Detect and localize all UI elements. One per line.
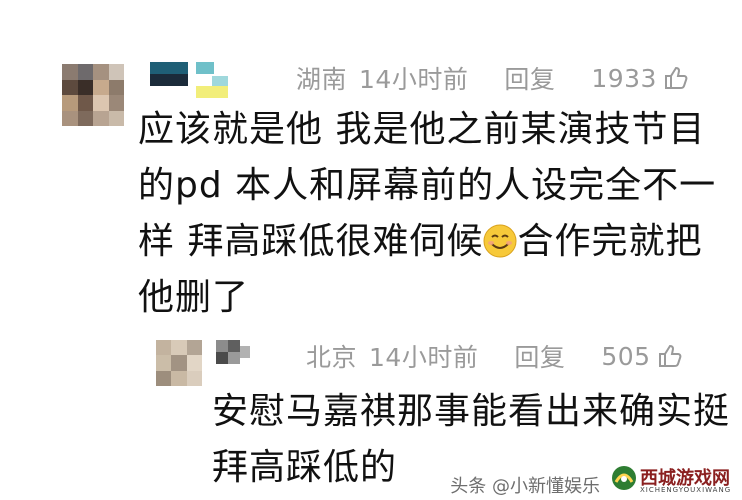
reply-button[interactable]: 回复 — [504, 60, 555, 96]
watermark: 头条 @小新懂娱乐 西城游戏网 XICHENGYOUXIWANG — [450, 460, 738, 498]
comment-text-line: 安慰马嘉祺那事能看出来确实挺 — [212, 391, 731, 432]
comment-2-meta: 北京 14小时前 回复 505 — [306, 338, 683, 374]
location-label: 湖南 — [296, 65, 348, 94]
timestamp: 14小时前 — [359, 65, 469, 94]
comment-text-line: 他删了 — [138, 277, 250, 318]
watermark-source: 头条 @小新懂娱乐 — [450, 476, 600, 497]
comment-1-text: 应该就是他 我是他之前某演技节目 的pd 本人和屏幕前的人设完全不一 样 拜高踩… — [138, 102, 738, 326]
location-label: 北京 — [306, 343, 358, 372]
like-count: 1933 — [591, 63, 657, 93]
comment-1-meta: 湖南 14小时前 回复 1933 — [296, 60, 689, 96]
avatar-comment-2[interactable] — [156, 340, 202, 386]
logo-subtext: XICHENGYOUXIWANG — [640, 486, 732, 494]
username-comment-1[interactable] — [150, 62, 240, 98]
comment-text-segment: 样 拜高踩低很难伺候 — [138, 221, 484, 262]
comment-text-line: 应该就是他 我是他之前某演技节目 — [138, 109, 706, 150]
smile-emoji-icon — [483, 219, 517, 258]
thumbs-up-icon[interactable] — [657, 343, 683, 369]
username-comment-2[interactable] — [216, 340, 252, 376]
avatar-comment-1[interactable] — [62, 64, 124, 126]
timestamp: 14小时前 — [369, 343, 479, 372]
site-logo: 西城游戏网 XICHENGYOUXIWANG — [610, 462, 738, 498]
like-count: 505 — [601, 341, 651, 371]
comment-text-line: 的pd 本人和屏幕前的人设完全不一 — [138, 165, 717, 206]
comment-text-segment: 合作完就把 — [517, 221, 703, 262]
comment-text-line: 样 拜高踩低很难伺候 合作完就把 — [138, 214, 738, 270]
logo-mark-icon — [612, 466, 636, 490]
thumbs-up-icon[interactable] — [663, 65, 689, 91]
reply-button[interactable]: 回复 — [514, 338, 565, 374]
